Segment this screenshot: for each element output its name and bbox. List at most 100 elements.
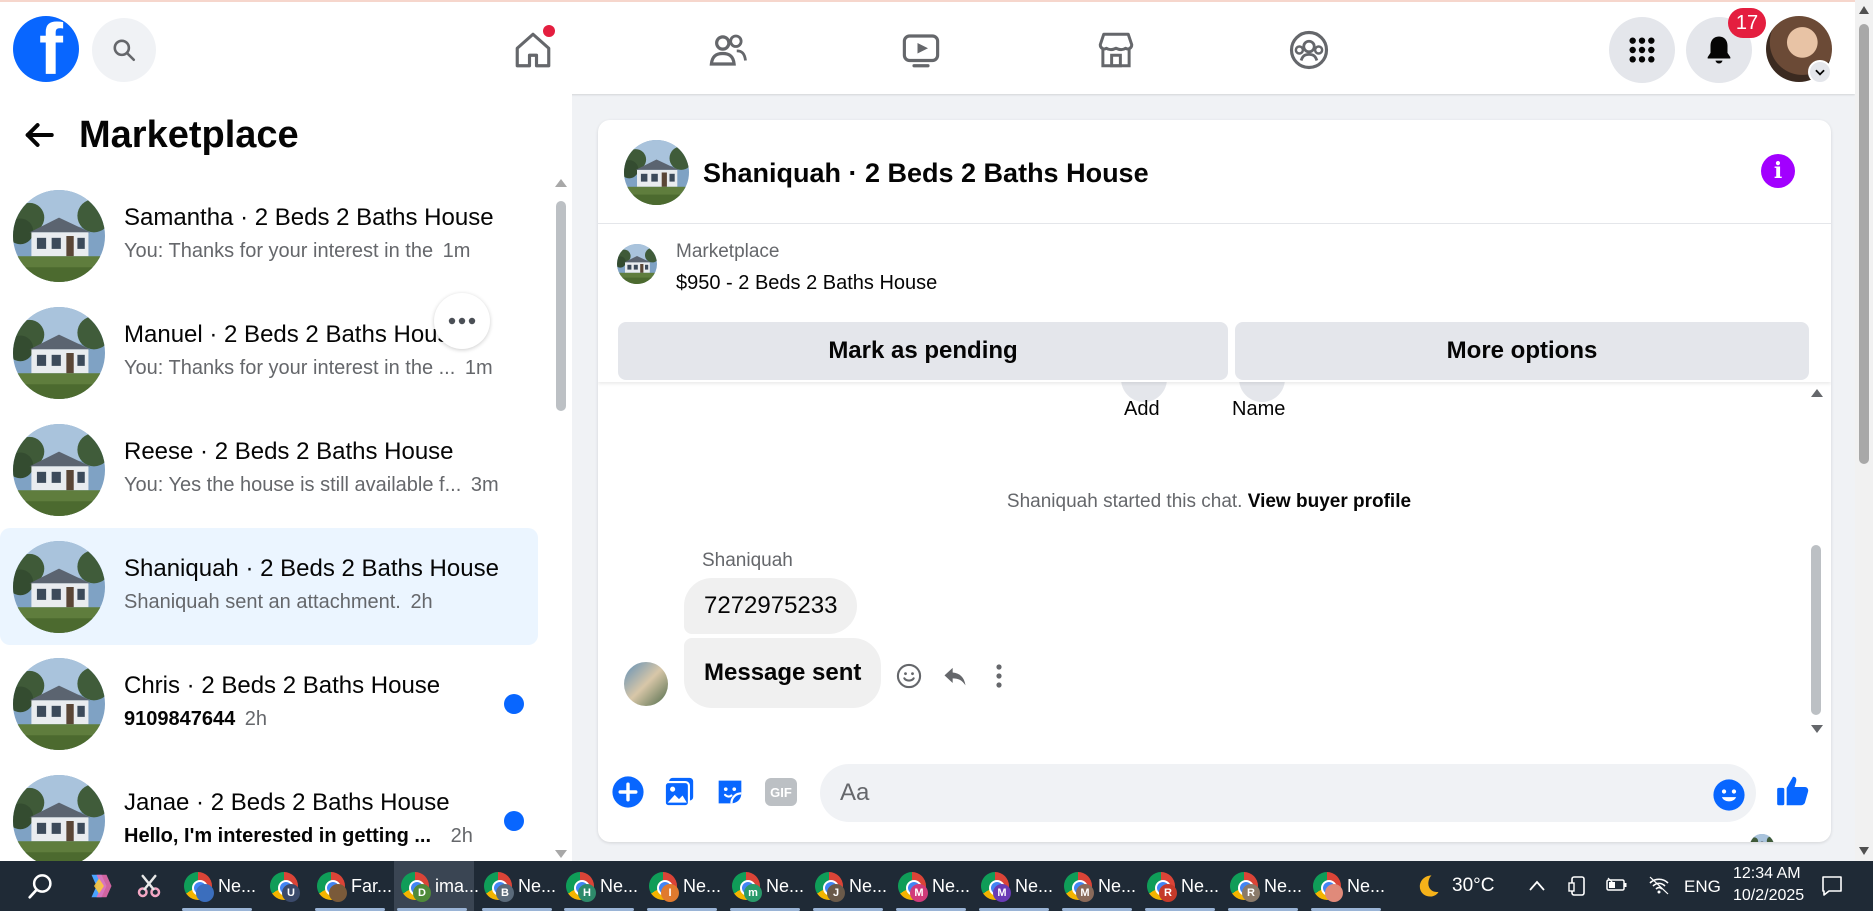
- taskbar-app[interactable]: R Ne...: [1230, 870, 1302, 902]
- search-button[interactable]: [92, 18, 156, 82]
- language-indicator[interactable]: ENG: [1684, 877, 1721, 897]
- marketplace-icon: [1098, 32, 1134, 68]
- chat-listing-avatar[interactable]: [624, 140, 689, 205]
- message-bubble[interactable]: Message sent: [684, 638, 882, 708]
- snipping-tool-button[interactable]: [134, 870, 164, 902]
- taskbar-app[interactable]: U: [270, 870, 300, 902]
- sidebar-scrollbar-thumb[interactable]: [556, 201, 566, 411]
- taskbar-app[interactable]: J Ne...: [815, 870, 887, 902]
- weather-widget[interactable]: 30°C: [1414, 870, 1494, 902]
- more-actions-button[interactable]: [610, 774, 646, 810]
- attach-photo-button[interactable]: [661, 774, 697, 810]
- battery-icon[interactable]: [1606, 877, 1628, 893]
- scroll-up-arrow-icon[interactable]: [554, 178, 568, 188]
- sender-avatar[interactable]: [624, 662, 668, 706]
- gif-icon: GIF: [765, 778, 797, 806]
- page-scroll-down-icon[interactable]: [1859, 847, 1869, 855]
- conversation-item[interactable]: Reese · 2 Beds 2 Baths House You: Yes th…: [0, 411, 540, 528]
- conversation-name: Reese · 2 Beds 2 Baths House: [124, 438, 454, 465]
- listing-thumbnail[interactable]: [617, 244, 657, 284]
- menu-button[interactable]: [1609, 17, 1675, 83]
- taskbar-app[interactable]: M Ne...: [1064, 870, 1136, 902]
- account-menu-button[interactable]: [1808, 60, 1832, 84]
- unread-indicator: [504, 811, 524, 831]
- chat-scroll-up-icon[interactable]: [1810, 388, 1824, 398]
- grid-menu-icon: [1629, 37, 1655, 63]
- clock-date[interactable]: 10/2/2025: [1733, 887, 1804, 905]
- message-bubble[interactable]: 7272975233: [684, 578, 858, 634]
- info-icon[interactable]: i: [1761, 154, 1795, 188]
- message-more-button[interactable]: [982, 659, 1016, 693]
- thumbs-up-icon[interactable]: [1774, 772, 1812, 810]
- conversation-item[interactable]: Chris · 2 Beds 2 Baths House 9109847644 …: [0, 645, 540, 762]
- listing-thumbnail: [13, 307, 105, 399]
- more-options-button[interactable]: More options: [1235, 322, 1809, 380]
- taskbar-app[interactable]: Ne...: [1313, 870, 1385, 902]
- taskbar-app[interactable]: Far...: [317, 870, 392, 902]
- taskbar-app[interactable]: Dima...: [401, 870, 479, 902]
- sticker-button[interactable]: [712, 774, 748, 810]
- listing-price-title[interactable]: $950 - 2 Beds 2 Baths House: [676, 272, 937, 295]
- nav-home[interactable]: [505, 22, 561, 78]
- nav-marketplace[interactable]: [1088, 22, 1144, 78]
- back-arrow-icon[interactable]: [22, 118, 56, 152]
- more-vertical-icon: [996, 664, 1002, 688]
- unread-indicator: [504, 694, 524, 714]
- wifi-icon[interactable]: [1648, 875, 1670, 895]
- scroll-down-arrow-icon[interactable]: [554, 849, 568, 859]
- conversation-item-active[interactable]: Shaniquah · 2 Beds 2 Baths House Shaniqu…: [0, 528, 538, 645]
- groups-icon: [1289, 30, 1329, 70]
- message-input[interactable]: [820, 764, 1756, 822]
- svg-text:GIF: GIF: [770, 785, 792, 800]
- chat-started-notice: Shaniquah started this chat. View buyer …: [1006, 491, 1412, 512]
- chat-scroll-down-icon[interactable]: [1810, 724, 1824, 734]
- taskbar-app[interactable]: B Ne...: [484, 870, 556, 902]
- react-button[interactable]: [892, 659, 926, 693]
- chat-scrollbar-thumb[interactable]: [1811, 545, 1821, 715]
- nav-groups[interactable]: [1281, 22, 1337, 78]
- home-notification-dot: [543, 25, 555, 37]
- conversation-list: Samantha · 2 Beds 2 Baths House You: Tha…: [0, 177, 540, 879]
- conversation-name: Samantha · 2 Beds 2 Baths House: [124, 204, 494, 231]
- search-icon: [28, 874, 52, 899]
- gif-button[interactable]: GIF: [763, 774, 799, 810]
- smiley-icon: [896, 663, 922, 689]
- taskbar-app[interactable]: M Ne...: [898, 870, 970, 902]
- mark-as-pending-button[interactable]: Mark as pending: [618, 322, 1228, 380]
- marketplace-inbox-sidebar: Marketplace Samantha · 2 Beds 2 Baths Ho…: [0, 94, 572, 861]
- conversation-preview: You: Thanks for your interest in the 1m: [124, 240, 471, 262]
- nav-video[interactable]: [893, 22, 949, 78]
- facebook-logo[interactable]: f: [13, 16, 79, 82]
- video-icon: [902, 34, 940, 68]
- device-icon[interactable]: [1568, 875, 1588, 897]
- chrome-icon: M: [898, 872, 928, 902]
- nav-friends[interactable]: [700, 22, 756, 78]
- conversation-item[interactable]: Samantha · 2 Beds 2 Baths House You: Tha…: [0, 177, 540, 294]
- conversation-preview: Hello, I'm interested in getting ... 2h: [124, 825, 473, 847]
- windows-taskbar: Ne... U Far... Dima... B Ne... H Ne... I Ne…: [0, 861, 1873, 911]
- page-scroll-up-icon[interactable]: [1859, 6, 1869, 14]
- listing-thumbnail: [13, 775, 105, 867]
- taskbar-app[interactable]: Ne...: [184, 870, 256, 902]
- conversation-options-button[interactable]: [434, 293, 490, 349]
- view-buyer-profile-link[interactable]: View buyer profile: [1248, 491, 1411, 512]
- chrome-icon: U: [270, 872, 300, 902]
- message-composer: GIF: [598, 752, 1831, 842]
- listing-thumbnail: [13, 424, 105, 516]
- taskbar-app[interactable]: I Ne...: [649, 870, 721, 902]
- page-scrollbar-thumb[interactable]: [1859, 24, 1869, 464]
- taskbar-app[interactable]: M Ne...: [981, 870, 1053, 902]
- taskbar-app[interactable]: m Ne...: [732, 870, 804, 902]
- emoji-icon[interactable]: [1712, 778, 1746, 812]
- chat-title[interactable]: Shaniquah · 2 Beds 2 Baths House: [703, 158, 1149, 189]
- reply-button[interactable]: [938, 659, 972, 693]
- notification-center-icon[interactable]: [1820, 874, 1844, 898]
- chrome-icon: D: [401, 872, 431, 902]
- chrome-icon: B: [484, 872, 514, 902]
- windows-search-button[interactable]: [26, 870, 56, 902]
- taskbar-app[interactable]: R Ne...: [1147, 870, 1219, 902]
- chevron-up-icon[interactable]: [1528, 879, 1546, 893]
- taskbar-app[interactable]: H Ne...: [566, 870, 638, 902]
- clock-time[interactable]: 12:34 AM: [1733, 865, 1801, 883]
- copilot-button[interactable]: [84, 870, 114, 902]
